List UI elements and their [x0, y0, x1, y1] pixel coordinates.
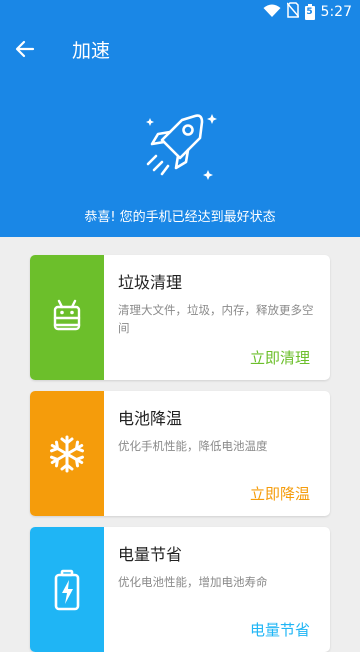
status-time: 5:27 — [320, 4, 352, 20]
power-saving-card[interactable]: 电量节省 优化电池性能，增加电池寿命 电量节省 — [30, 527, 330, 652]
junk-clean-card[interactable]: 垃圾清理 清理大文件，垃圾，内存，释放更多空间 立即清理 — [30, 255, 330, 380]
card-description: 清理大文件，垃圾，内存，释放更多空间 — [118, 303, 314, 335]
header-banner: 5 5:27 加速 恭喜! 您的手机已经达到最好状态 — [0, 0, 360, 237]
status-bar: 5 5:27 — [0, 0, 360, 24]
battery-icon: 5 — [304, 4, 315, 20]
card-description: 优化手机性能，降低电池温度 — [118, 439, 268, 453]
cool-now-button[interactable]: 立即降温 — [250, 483, 310, 504]
no-sim-icon — [285, 2, 300, 22]
save-power-button[interactable]: 电量节省 — [250, 619, 310, 640]
card-icon-area — [30, 255, 104, 380]
arrow-left-icon — [15, 40, 35, 58]
card-title: 电量节省 — [118, 545, 183, 564]
card-title: 电池降温 — [118, 409, 183, 428]
rocket-icon — [140, 100, 220, 190]
back-button[interactable] — [12, 36, 38, 62]
android-icon — [53, 299, 81, 330]
battery-cooling-card[interactable]: 电池降温 优化手机性能，降低电池温度 立即降温 — [30, 391, 330, 516]
page-title: 加速 — [72, 40, 111, 62]
battery-level: 5 — [306, 7, 313, 17]
app-bar: 加速 — [0, 24, 360, 74]
snowflake-icon — [48, 435, 86, 472]
clean-now-button[interactable]: 立即清理 — [250, 347, 310, 368]
card-description: 优化电池性能，增加电池寿命 — [118, 575, 268, 589]
card-icon-area — [30, 391, 104, 516]
card-title: 垃圾清理 — [118, 273, 183, 292]
status-message: 恭喜! 您的手机已经达到最好状态 — [84, 210, 276, 225]
card-icon-area — [30, 527, 104, 652]
battery-charging-icon — [54, 569, 80, 610]
wifi-icon — [263, 3, 281, 22]
